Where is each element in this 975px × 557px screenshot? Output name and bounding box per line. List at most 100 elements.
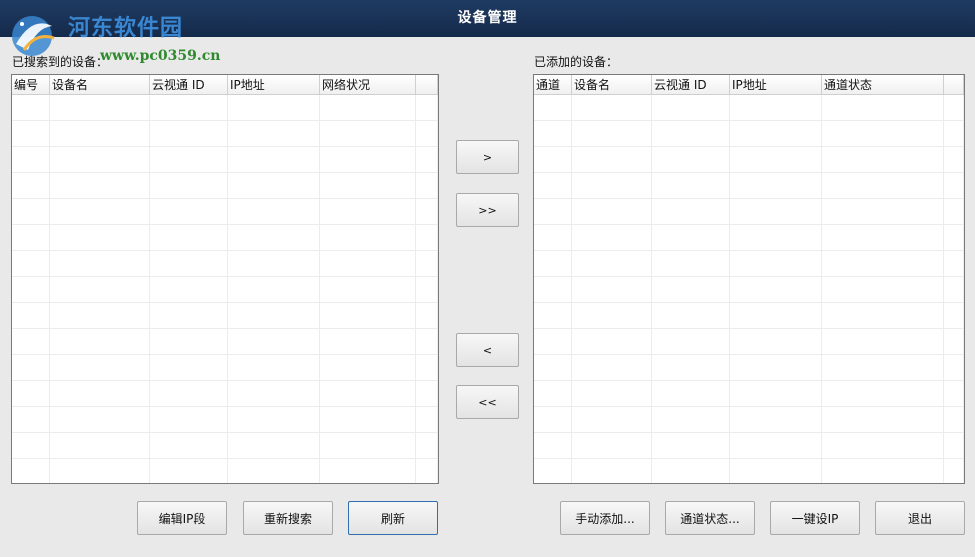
added-devices-grid[interactable]: 通道 设备名 云视通 ID IP地址 通道状态	[533, 74, 965, 484]
table-row[interactable]	[534, 433, 964, 459]
column-header-device-name[interactable]: 设备名	[50, 75, 150, 95]
table-cell	[572, 355, 652, 381]
table-cell	[12, 277, 50, 303]
table-row[interactable]	[534, 277, 964, 303]
table-cell	[572, 329, 652, 355]
table-cell	[416, 147, 438, 173]
table-row[interactable]	[12, 277, 438, 303]
table-row[interactable]	[12, 329, 438, 355]
column-header-channel-status[interactable]: 通道状态	[822, 75, 944, 95]
table-cell	[652, 433, 730, 459]
table-row[interactable]	[12, 251, 438, 277]
refresh-button[interactable]: 刷新	[348, 501, 438, 535]
table-row[interactable]	[12, 121, 438, 147]
table-cell	[320, 329, 416, 355]
table-row[interactable]	[534, 303, 964, 329]
column-header-cloud-id[interactable]: 云视通 ID	[150, 75, 228, 95]
table-cell	[944, 355, 964, 381]
table-cell	[652, 407, 730, 433]
column-header-ip-address[interactable]: IP地址	[730, 75, 822, 95]
table-row[interactable]	[12, 95, 438, 121]
table-cell	[320, 121, 416, 147]
table-row[interactable]	[534, 225, 964, 251]
table-row[interactable]	[534, 147, 964, 173]
table-cell	[416, 225, 438, 251]
table-cell	[416, 407, 438, 433]
table-cell	[228, 95, 320, 121]
table-row[interactable]	[534, 355, 964, 381]
table-cell	[730, 225, 822, 251]
table-cell	[822, 381, 944, 407]
table-row[interactable]	[12, 173, 438, 199]
table-cell	[572, 225, 652, 251]
column-header-number[interactable]: 编号	[12, 75, 50, 95]
table-cell	[822, 251, 944, 277]
table-row[interactable]	[12, 407, 438, 433]
table-cell	[822, 329, 944, 355]
table-row[interactable]	[12, 303, 438, 329]
table-cell	[50, 407, 150, 433]
table-row[interactable]	[534, 95, 964, 121]
table-cell	[730, 355, 822, 381]
table-cell	[320, 147, 416, 173]
searched-devices-grid[interactable]: 编号 设备名 云视通 ID IP地址 网络状况	[11, 74, 439, 484]
table-row[interactable]	[534, 329, 964, 355]
table-cell	[320, 381, 416, 407]
channel-status-button[interactable]: 通道状态...	[665, 501, 755, 535]
table-row[interactable]	[12, 433, 438, 459]
column-header-channel[interactable]: 通道	[534, 75, 572, 95]
table-row[interactable]	[534, 173, 964, 199]
table-row[interactable]	[12, 355, 438, 381]
table-row[interactable]	[534, 199, 964, 225]
table-row[interactable]	[534, 381, 964, 407]
table-cell	[534, 121, 572, 147]
table-cell	[12, 407, 50, 433]
table-cell	[822, 173, 944, 199]
table-cell	[652, 173, 730, 199]
table-cell	[534, 381, 572, 407]
table-row[interactable]	[12, 381, 438, 407]
table-cell	[652, 147, 730, 173]
edit-ip-range-button[interactable]: 编辑IP段	[137, 501, 227, 535]
table-cell	[944, 303, 964, 329]
table-row[interactable]	[12, 147, 438, 173]
table-row[interactable]	[534, 251, 964, 277]
table-row[interactable]	[534, 459, 964, 483]
table-cell	[416, 381, 438, 407]
table-cell	[416, 355, 438, 381]
remove-all-button[interactable]: <<	[456, 385, 519, 419]
table-cell	[652, 303, 730, 329]
table-cell	[12, 459, 50, 483]
table-cell	[150, 147, 228, 173]
table-cell	[50, 225, 150, 251]
add-all-button[interactable]: >>	[456, 193, 519, 227]
add-one-button[interactable]: >	[456, 140, 519, 174]
table-cell	[228, 303, 320, 329]
table-cell	[944, 251, 964, 277]
column-header-network-status[interactable]: 网络状况	[320, 75, 416, 95]
column-header-cloud-id[interactable]: 云视通 ID	[652, 75, 730, 95]
one-key-set-ip-button[interactable]: 一键设IP	[770, 501, 860, 535]
table-row[interactable]	[534, 407, 964, 433]
table-row[interactable]	[12, 459, 438, 483]
table-cell	[822, 121, 944, 147]
table-cell	[12, 381, 50, 407]
column-header-filler	[416, 75, 438, 95]
table-row[interactable]	[534, 121, 964, 147]
manual-add-button[interactable]: 手动添加...	[560, 501, 650, 535]
table-cell	[320, 277, 416, 303]
remove-one-button[interactable]: <	[456, 333, 519, 367]
table-row[interactable]	[12, 225, 438, 251]
column-header-ip-address[interactable]: IP地址	[228, 75, 320, 95]
table-cell	[572, 277, 652, 303]
column-header-device-name[interactable]: 设备名	[572, 75, 652, 95]
table-cell	[572, 303, 652, 329]
table-cell	[652, 355, 730, 381]
table-cell	[12, 147, 50, 173]
table-cell	[534, 407, 572, 433]
table-cell	[652, 381, 730, 407]
research-button[interactable]: 重新搜索	[243, 501, 333, 535]
table-cell	[730, 303, 822, 329]
table-row[interactable]	[12, 199, 438, 225]
exit-button[interactable]: 退出	[875, 501, 965, 535]
